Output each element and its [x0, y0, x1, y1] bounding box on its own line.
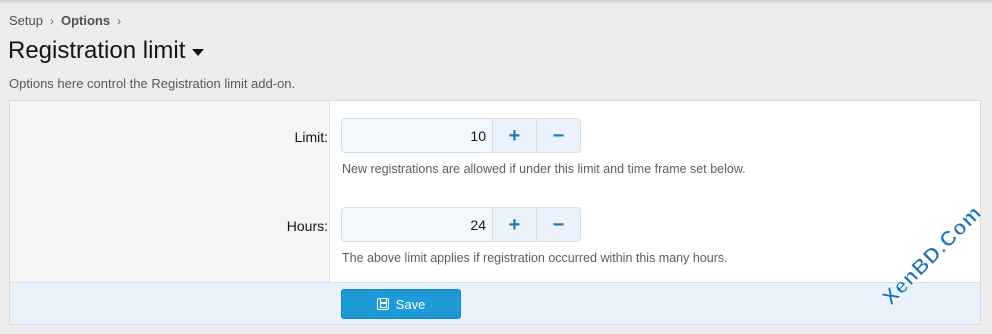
page-description: Options here control the Registration li… [9, 76, 296, 91]
chevron-right-icon: › [117, 13, 122, 28]
limit-hint: New registrations are allowed if under t… [342, 162, 746, 176]
chevron-right-icon: › [49, 13, 54, 28]
breadcrumb-options[interactable]: Options [61, 13, 110, 28]
title-row: Registration limit [8, 37, 205, 65]
watermark-text: XenBD.Com [878, 201, 986, 309]
save-button-label: Save [395, 296, 426, 312]
save-button[interactable]: Save [341, 289, 461, 319]
limit-increment-button[interactable]: + [492, 119, 536, 152]
limit-label: Limit: [294, 129, 328, 145]
limit-decrement-button[interactable]: − [536, 119, 580, 152]
limit-input[interactable] [342, 119, 492, 152]
hours-input[interactable] [342, 208, 492, 241]
hours-hint: The above limit applies if registration … [342, 251, 728, 265]
save-icon [376, 298, 389, 310]
top-shadow [0, 0, 992, 4]
breadcrumb: Setup › Options › [9, 13, 128, 28]
limit-stepper: + − [341, 118, 581, 153]
watermark-logo: XenBD.Com [878, 201, 987, 310]
breadcrumb-setup[interactable]: Setup [9, 13, 43, 28]
hours-stepper: + − [341, 207, 581, 242]
hours-decrement-button[interactable]: − [536, 208, 580, 241]
page-title: Registration limit [8, 37, 186, 64]
caret-down-icon[interactable] [192, 49, 205, 56]
hours-increment-button[interactable]: + [492, 208, 536, 241]
hours-label: Hours: [286, 218, 328, 234]
options-panel: Limit: + − New registrations are allowed… [9, 100, 981, 325]
form-footer: Save [10, 282, 980, 324]
